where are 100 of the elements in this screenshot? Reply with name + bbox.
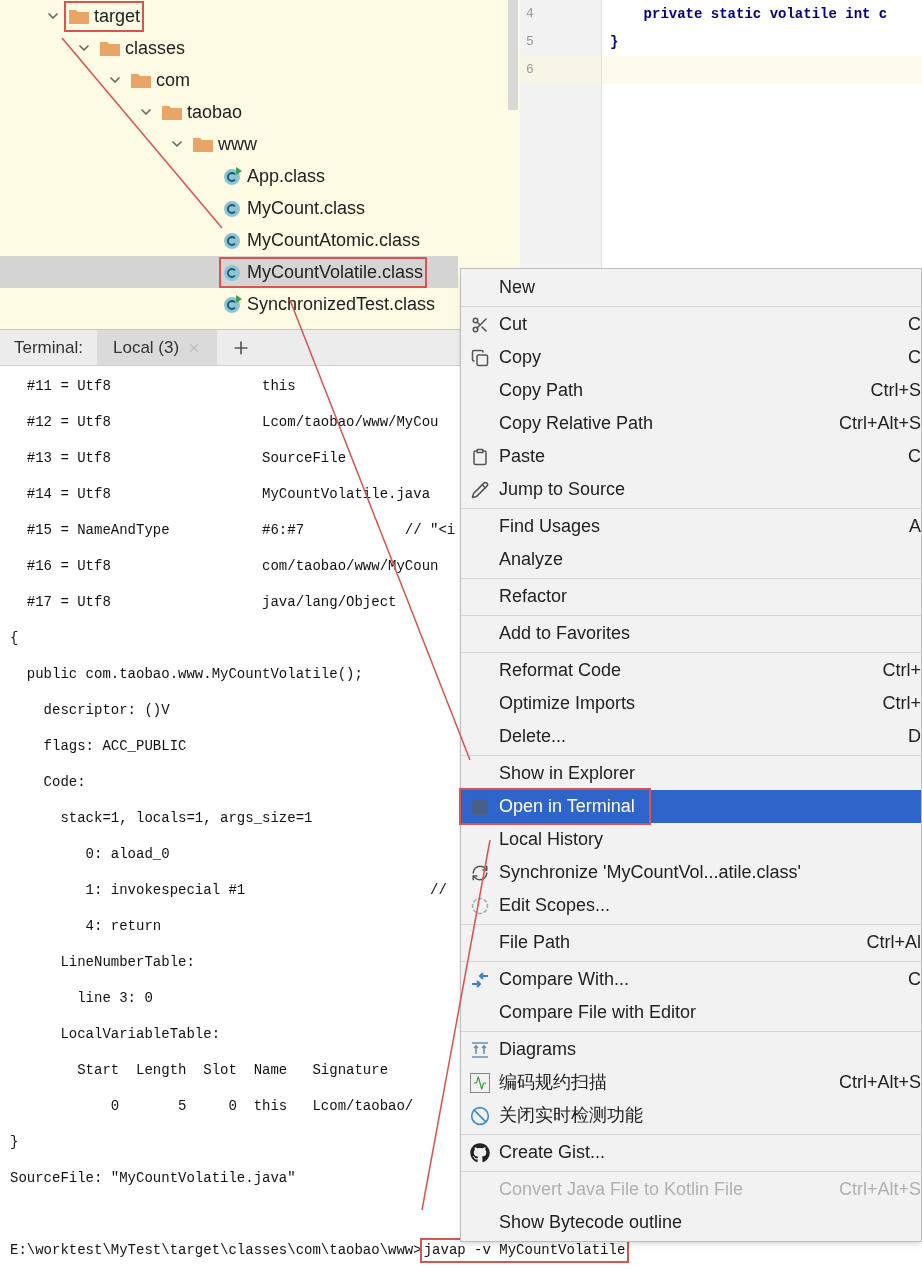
terminal-output-line: #17 = Utf8 java/lang/Object [25,592,397,612]
shortcut-text: Ctrl+S [870,379,921,402]
terminal-title: Terminal: [13,336,84,359]
tree-row[interactable]: MyCountAtomic.class [0,224,458,256]
terminal-output-line: Start Length Slot Name Signature [76,1060,389,1080]
menu-item[interactable]: Compare With... C [461,963,921,996]
folder-icon [99,39,121,57]
tree-item-label: www [218,132,257,156]
shortcut-text: Ctrl+ [882,692,921,715]
menu-item[interactable]: Delete... D [461,720,921,753]
shortcut-text: Ctrl+Alt+S [838,1178,921,1201]
menu-item[interactable]: Jump to Source [461,473,921,506]
runnable-class-icon [223,166,243,186]
terminal-command: javap -v MyCountVolatile [421,1239,628,1261]
code-line: } [610,32,619,52]
menu-item[interactable]: Compare File with Editor [461,996,921,1029]
terminal-output-line: 4: return [84,916,162,936]
terminal-output-line: 1: invokespecial #1 // [84,880,447,900]
github-icon [470,1142,490,1163]
shortcut-text: C [908,346,921,369]
tree-item-label: taobao [187,100,243,124]
line-number: 4 [526,5,534,24]
terminal-output-line: stack=1, locals=1, args_size=1 [59,808,313,828]
shortcut-text: Ctrl+Alt+S [838,412,921,435]
menu-item[interactable]: Synchronize 'MyCountVol...atile.class' [461,856,921,889]
tree-item-label: classes [125,36,186,60]
terminal-output-line: #11 = Utf8 this [25,376,296,396]
shortcut-text: C [908,968,921,991]
menu-item[interactable]: Add to Favorites [461,617,921,650]
menu-item[interactable]: Cut C [461,308,921,341]
terminal-output-line: { [10,628,19,648]
terminal-output-line: #13 = Utf8 SourceFile [25,448,347,468]
menu-item[interactable]: Open in Terminal [461,790,921,823]
terminal-output-line: descriptor: ()V [42,700,170,720]
sync-icon [471,863,489,882]
shortcut-text: Ctrl+Alt+S [838,1071,921,1094]
terminal-icon [472,798,488,815]
ban-icon [470,1105,490,1126]
tree-row[interactable]: classes [0,32,458,64]
menu-item[interactable]: Refactor [461,580,921,613]
shortcut-text: Ctrl+Al [866,931,921,954]
shortcut-text: Ctrl+ [882,659,921,682]
terminal-output-line: 0 5 0 this Lcom/taobao/ [109,1096,414,1116]
tree-row[interactable]: MyCountVolatile.class [0,256,458,288]
folder-icon [161,103,183,121]
copy-icon [471,348,489,367]
shortcut-text: A [909,515,921,538]
tree-row[interactable]: www [0,128,458,160]
terminal-output-line: SourceFile: "MyCountVolatile.java" [10,1168,296,1188]
terminal-output-line: 0: aload_0 [84,844,170,864]
menu-item[interactable]: Edit Scopes... [461,889,921,922]
tree-row[interactable]: MyCount.class [0,192,458,224]
compare-arrows-icon [470,969,490,990]
tree-row[interactable]: App.class [0,160,458,192]
folder-icon [130,71,152,89]
menu-item[interactable]: 关闭实时检测功能 [461,1099,921,1132]
tree-item-label: com [156,68,190,92]
shortcut-text: D [908,725,921,748]
tree-item-label: MyCount.class [247,196,366,220]
terminal-output-line: public com.taobao.www.MyCountVolatile(); [25,664,363,684]
terminal-output-line: flags: ACC_PUBLIC [42,736,187,756]
tree-row[interactable]: target [0,0,458,32]
menu-item[interactable]: File Path Ctrl+Al [461,926,921,959]
clipboard-icon [471,447,489,466]
class-icon [223,230,243,250]
tree-row[interactable]: com [0,64,458,96]
scrollbar[interactable] [508,0,518,110]
menu-item[interactable]: Diagrams [461,1033,921,1066]
shortcut-text: C [908,445,921,468]
pencil-icon [471,480,489,499]
folder-icon [68,7,90,25]
menu-item[interactable]: Show Bytecode outline [461,1206,921,1239]
menu-item[interactable]: Optimize Imports Ctrl+ [461,687,921,720]
menu-item[interactable]: Paste C [461,440,921,473]
menu-item[interactable]: 编码规约扫描 Ctrl+Alt+S [461,1066,921,1099]
tree-item-label: App.class [247,164,326,188]
menu-item[interactable]: Find Usages A [461,510,921,543]
shortcut-text: C [908,313,921,336]
tree-item-label: MyCountAtomic.class [247,228,421,252]
menu-item[interactable]: Analyze [461,543,921,576]
diagram-icon [470,1039,490,1060]
menu-item[interactable]: New [461,271,921,304]
menu-item[interactable]: Reformat Code Ctrl+ [461,654,921,687]
terminal-output-line: Code: [42,772,86,792]
menu-item[interactable]: Show in Explorer [461,757,921,790]
terminal-output-line: LocalVariableTable: [59,1024,221,1044]
class-icon [223,198,243,218]
menu-item[interactable]: Copy C [461,341,921,374]
folder-icon [192,135,214,153]
terminal-tab[interactable]: Local (3) [96,330,218,365]
terminal-prompt: E:\worktest\MyTest\target\classes\com\taobao\www> [10,1240,422,1260]
menu-item[interactable]: Local History [461,823,921,856]
terminal-output-line: LineNumberTable: [59,952,195,972]
runnable-class-icon [223,294,243,314]
terminal-output-line: #15 = NameAndType #6:#7 // "<i [25,520,456,540]
terminal-output-line: } [10,1132,19,1152]
menu-item[interactable]: Copy Relative Path Ctrl+Alt+S [461,407,921,440]
menu-item[interactable]: Create Gist... [461,1136,921,1169]
menu-item[interactable]: Copy Path Ctrl+S [461,374,921,407]
tree-row[interactable]: taobao [0,96,458,128]
